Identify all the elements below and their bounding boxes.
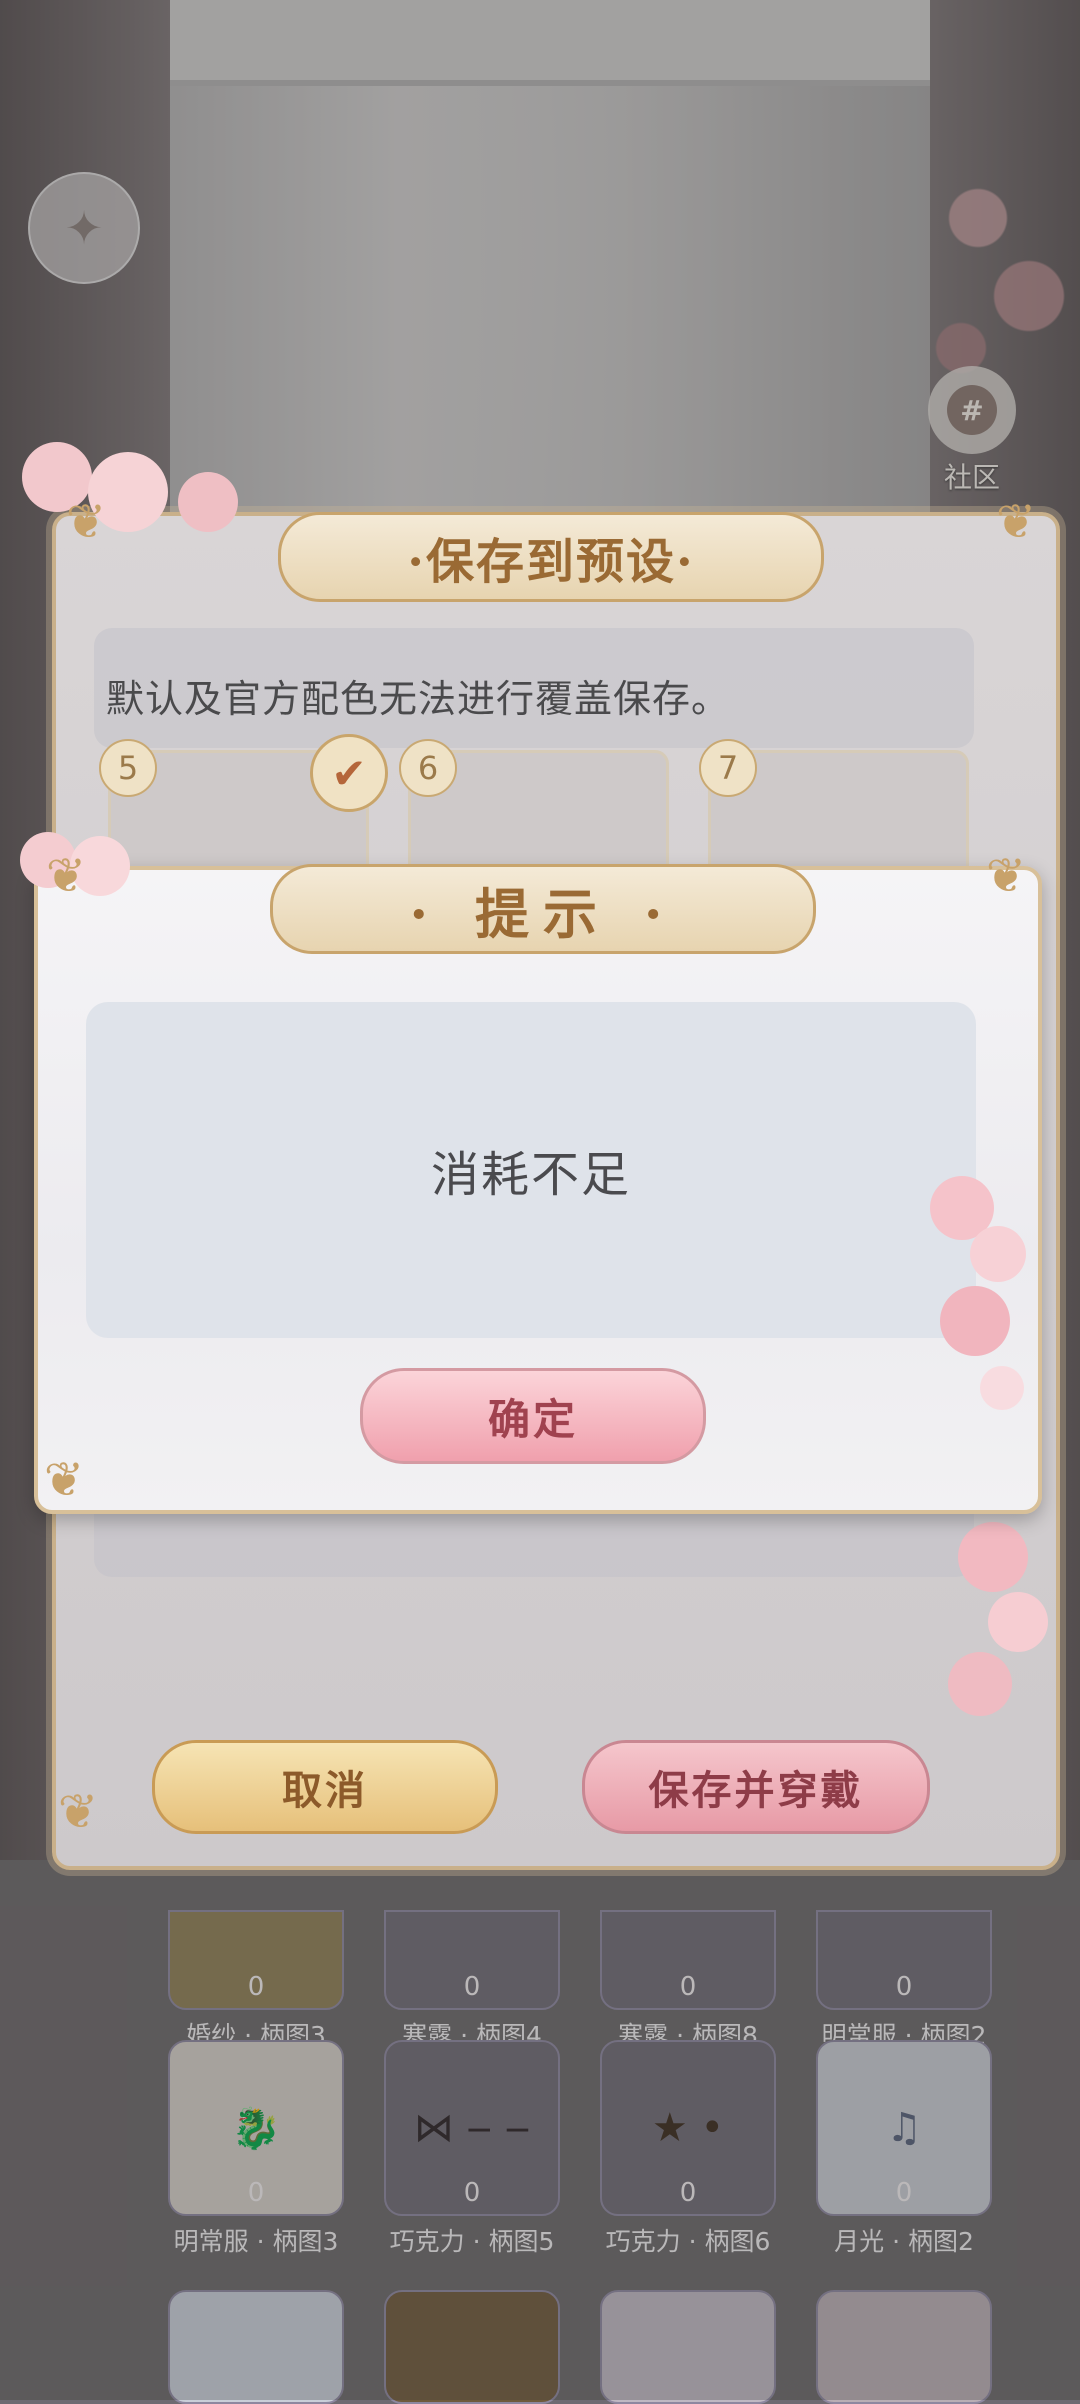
preset-slot-number: 7 [699,739,757,797]
corner-ornament: ❦ [995,494,1037,550]
preset-slot-number: 6 [399,739,457,797]
hint-title: · 提示 · [270,864,816,954]
rose-decoration [940,1286,1010,1356]
hint-message: 消耗不足 [430,1147,631,1203]
rose-decoration [178,472,238,532]
rose-decoration [988,1592,1048,1652]
save-preset-title: ·保存到预设· [278,512,824,602]
save-and-wear-button[interactable]: 保存并穿戴 [582,1740,930,1834]
corner-ornament: ❦ [43,1452,85,1508]
rose-decoration [970,1226,1026,1282]
corner-ornament: ❦ [45,848,87,904]
rose-decoration [948,1652,1012,1716]
preset-slot-number: 5 [99,739,157,797]
hint-dialog: ❦ ❦ ❦ · 提示 · 消耗不足 确定 [20,832,1050,1536]
corner-ornament: ❦ [65,494,107,550]
save-message: 默认及官方配色无法进行覆盖保存。 [106,677,731,721]
ribbon-decoration [980,1366,1024,1410]
confirm-button[interactable]: 确定 [360,1368,706,1464]
cancel-button[interactable]: 取消 [152,1740,498,1834]
corner-ornament: ❦ [57,1784,99,1840]
corner-ornament: ❦ [985,848,1027,904]
hint-message-box: 消耗不足 [86,1002,976,1338]
checkmark-icon: ✔ [310,734,388,812]
